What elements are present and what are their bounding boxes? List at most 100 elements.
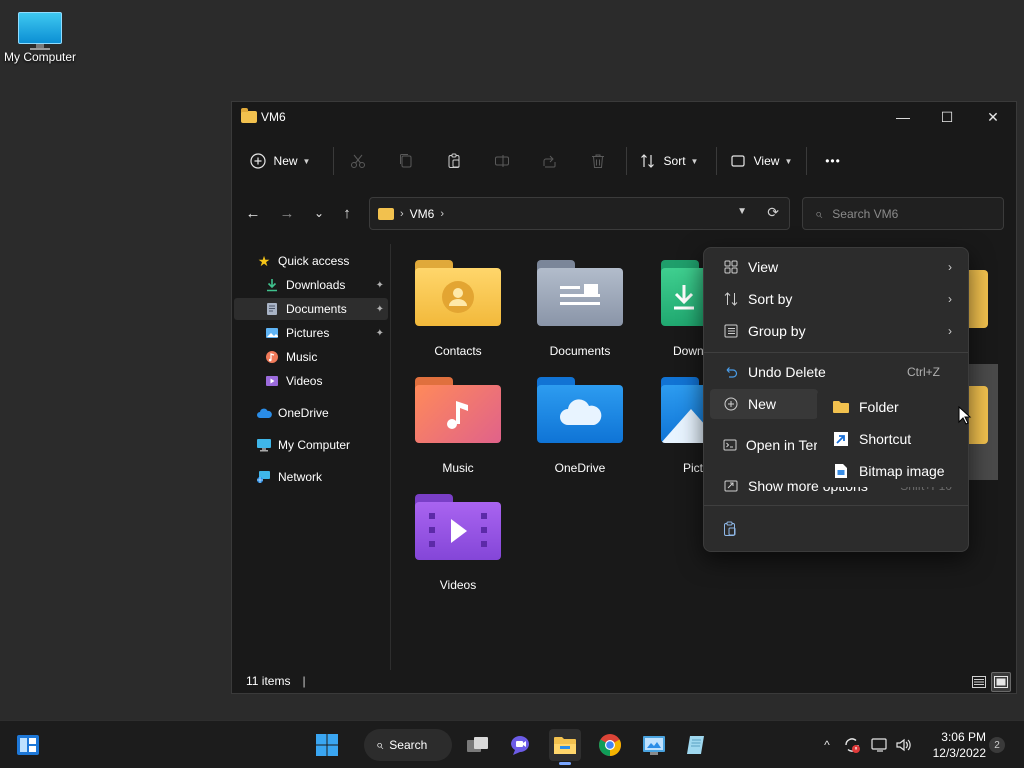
address-dropdown-icon[interactable]: ▼ [737, 206, 747, 217]
submenu-item-folder[interactable]: Folder [817, 391, 963, 423]
sync-tray-icon[interactable] [842, 729, 862, 761]
notification-count: 2 [994, 739, 1000, 751]
search-icon: ⌕ [376, 737, 384, 752]
menu-item-open-in-terminal[interactable]: Open in Ter [710, 430, 818, 460]
maximize-icon: ☐ [940, 108, 954, 125]
search-icon: ⌕ [815, 205, 823, 221]
rename-button[interactable] [488, 145, 516, 177]
submenu-item-label: Folder [859, 399, 899, 415]
search-box[interactable]: ⌕ Search VM6 [802, 197, 1004, 230]
file-item-contacts[interactable]: Contacts [403, 260, 513, 358]
chrome-icon [599, 734, 621, 756]
file-item-pictures[interactable]: Pict [647, 377, 707, 475]
submenu-item-bitmap-image[interactable]: Bitmap image [817, 455, 963, 487]
back-button[interactable]: ← [240, 201, 266, 225]
chevron-right-icon: › [948, 324, 952, 338]
breadcrumb-vm6[interactable]: VM6 [410, 207, 435, 221]
new-button[interactable]: New ▼ [244, 145, 316, 177]
close-icon: ✕ [987, 108, 999, 125]
submenu-item-shortcut[interactable]: Shortcut [817, 423, 963, 455]
forward-button[interactable]: → [274, 201, 300, 225]
delete-button[interactable] [584, 145, 612, 177]
menu-item-label: Undo Delete [748, 364, 826, 380]
recent-locations-button[interactable]: ⌄ [306, 201, 332, 225]
menu-item-view[interactable]: View › [710, 252, 964, 282]
network-tray-icon[interactable] [870, 729, 890, 761]
sidebar-item-downloads[interactable]: Downloads ✦ [234, 274, 388, 296]
close-button[interactable]: ✕ [970, 102, 1016, 132]
address-bar[interactable]: › VM6 › ▼ ⟳ [369, 197, 790, 230]
video-icon [264, 373, 280, 389]
chevron-down-icon: ⌄ [313, 206, 325, 220]
show-hidden-icons-button[interactable]: ^ [818, 729, 836, 761]
desktop-icon-my-computer[interactable]: My Computer [2, 8, 78, 64]
start-button[interactable] [311, 729, 343, 761]
sidebar-item-documents[interactable]: Documents ✦ [234, 298, 388, 320]
sidebar-item-network[interactable]: Network [234, 466, 388, 488]
chat-button[interactable] [505, 729, 537, 761]
file-item-onedrive[interactable]: OneDrive [525, 377, 635, 475]
sidebar-item-onedrive[interactable]: OneDrive [234, 402, 388, 424]
sidebar-item-music[interactable]: Music [234, 346, 388, 368]
share-icon [543, 155, 556, 168]
file-item-downloads[interactable]: Downl [647, 260, 707, 358]
pin-icon[interactable]: ✦ [376, 280, 384, 291]
pane-divider[interactable] [390, 244, 391, 670]
contacts-folder-icon [415, 260, 501, 330]
details-view-toggle[interactable] [969, 672, 989, 692]
sidebar-item-label: Downloads [286, 278, 346, 292]
sort-button[interactable]: Sort ▼ [636, 145, 702, 177]
sync-error-icon [845, 738, 860, 753]
large-icons-view-toggle[interactable] [991, 672, 1011, 692]
arrow-up-icon: ↑ [343, 204, 351, 222]
copy-button[interactable] [392, 145, 420, 177]
more-options-button[interactable]: ••• [818, 145, 848, 177]
pin-icon[interactable]: ✦ [376, 328, 384, 339]
menu-separator [704, 352, 968, 353]
menu-item-group-by[interactable]: Group by › [710, 316, 964, 346]
taskbar-search-button[interactable]: ⌕ Search [364, 729, 452, 761]
chrome-taskbar-button[interactable] [594, 729, 626, 761]
paste-icon [448, 153, 460, 168]
task-view-button[interactable] [462, 729, 494, 761]
menu-item-sort-by[interactable]: Sort by › [710, 284, 964, 314]
menu-paste-button[interactable] [710, 514, 744, 544]
paste-button[interactable] [440, 145, 468, 177]
file-item-videos[interactable]: Videos [403, 494, 513, 592]
volume-tray-icon[interactable] [894, 729, 914, 761]
file-name: Videos [439, 578, 477, 592]
sidebar-item-label: Videos [286, 374, 323, 388]
desktop-icon-label: My Computer [3, 50, 77, 64]
maximize-button[interactable]: ☐ [924, 102, 970, 132]
view-button[interactable]: View ▼ [728, 145, 794, 177]
cut-button[interactable] [344, 145, 372, 177]
refresh-icon[interactable]: ⟳ [767, 204, 779, 221]
up-button[interactable]: ↑ [334, 201, 360, 225]
sidebar-item-my-computer[interactable]: My Computer [234, 434, 388, 456]
sidebar-item-pictures[interactable]: Pictures ✦ [234, 322, 388, 344]
widgets-button[interactable] [12, 729, 44, 761]
minimize-icon: — [896, 109, 910, 125]
chevron-right-icon: › [400, 207, 404, 220]
notepad-taskbar-button[interactable] [681, 729, 713, 761]
sidebar-item-quick-access[interactable]: ★ Quick access [256, 250, 386, 272]
rename-icon [495, 155, 509, 167]
navigation-bar: ← → ⌄ ↑ › VM6 › ▼ ⟳ ⌕ Search VM6 [232, 197, 1016, 231]
menu-item-undo-delete[interactable]: Undo Delete Ctrl+Z [710, 357, 964, 387]
sidebar-item-videos[interactable]: Videos [234, 370, 388, 392]
file-item-music[interactable]: Music [403, 377, 513, 475]
view-icon [731, 155, 745, 167]
control-panel-taskbar-button[interactable] [638, 729, 670, 761]
folder-icon [241, 108, 257, 123]
notification-badge[interactable]: 2 [989, 737, 1005, 753]
sidebar-item-label: Quick access [278, 254, 350, 268]
clock[interactable]: 3:06 PM 12/3/2022 [920, 729, 986, 761]
minimize-button[interactable]: — [880, 102, 926, 132]
file-explorer-taskbar-button[interactable] [549, 729, 581, 765]
pictures-folder-icon [647, 377, 707, 447]
file-item-documents[interactable]: Documents [525, 260, 635, 358]
menu-item-new[interactable]: New [710, 389, 818, 419]
videos-folder-icon [415, 494, 501, 564]
share-button[interactable] [536, 145, 564, 177]
pin-icon[interactable]: ✦ [376, 304, 384, 315]
